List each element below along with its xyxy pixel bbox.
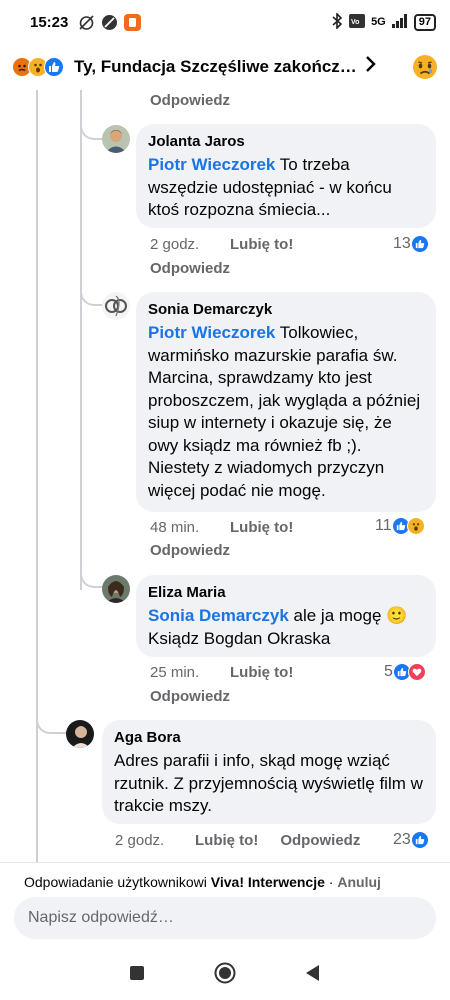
comment-bubble: Eliza Maria Sonia Demarczyk ale ja mogę … (136, 575, 436, 657)
chevron-right-icon[interactable] (365, 55, 377, 79)
back-button[interactable] (306, 964, 320, 986)
comment-time[interactable]: 48 min. (150, 519, 230, 536)
dnd-icon (101, 14, 118, 31)
recents-button[interactable] (130, 965, 144, 985)
comment-author[interactable]: Eliza Maria (148, 583, 424, 602)
comment-author[interactable]: Aga Bora (114, 728, 424, 747)
comment-time[interactable]: 25 min. (150, 664, 230, 681)
comment-body: Piotr Wieczorek Tolkowiec, warmińsko maz… (148, 323, 420, 500)
reply-button[interactable]: Odpowiedz (150, 542, 230, 559)
reaction-count[interactable]: 13 (393, 235, 429, 253)
reaction-count-number: 11 (375, 517, 392, 534)
reply-button[interactable]: Odpowiedz (150, 688, 230, 705)
comment-meta: 48 min. Lubię to! (150, 519, 293, 536)
system-nav-bar (0, 950, 450, 1000)
reply-input[interactable] (14, 897, 436, 939)
comment-bubble: Sonia Demarczyk Piotr Wieczorek Tolkowie… (136, 292, 436, 512)
battery-indicator: 97 (413, 13, 436, 31)
mention-link[interactable]: Piotr Wieczorek (148, 155, 275, 174)
avatar[interactable] (102, 125, 130, 153)
avatar[interactable] (102, 292, 130, 320)
network-type: 5G (371, 16, 386, 28)
like-icon (410, 831, 429, 849)
heart-icon (407, 663, 426, 681)
reaction-count[interactable]: 23 (393, 831, 429, 849)
avatar[interactable] (66, 720, 94, 748)
avatar[interactable] (102, 575, 130, 603)
comment-bubble: Aga Bora Adres parafii i info, skąd mogę… (102, 720, 436, 824)
comment-body: Sonia Demarczyk ale ja mogę 🙂 Ksiądz Bog… (148, 606, 407, 648)
bluetooth-icon (331, 11, 343, 32)
thread-line-outer (36, 90, 38, 870)
replying-to-label: Odpowiadanie użytkownikowi Viva! Interwe… (24, 874, 381, 890)
mention-link[interactable]: Piotr Wieczorek (148, 323, 275, 342)
cancel-reply-button[interactable]: Anuluj (337, 874, 381, 890)
reply-button[interactable]: Odpowiedz (150, 92, 230, 109)
like-button[interactable]: Lubię to! (230, 236, 293, 253)
comment-author[interactable]: Sonia Demarczyk (148, 300, 424, 319)
thread-branch (36, 712, 66, 734)
like-icon (410, 235, 429, 253)
comment-author[interactable]: Jolanta Jaros (148, 132, 424, 151)
like-reaction-icon (44, 57, 64, 77)
reaction-count[interactable]: 5 (384, 663, 426, 681)
like-button[interactable]: Lubię to! (230, 664, 293, 681)
comment-bubble: Jolanta Jaros Piotr Wieczorek To trzeba … (136, 124, 436, 228)
reply-button[interactable]: Odpowiedz (280, 832, 360, 849)
reaction-count-number: 13 (393, 235, 411, 252)
reaction-count-number: 23 (393, 831, 411, 848)
status-time: 15:23 (30, 13, 69, 31)
comment-meta: 2 godz. Lubię to! (150, 236, 293, 253)
post-title[interactable]: Ty, Fundacja Szczęśliwe zakończen... (74, 57, 359, 77)
mention-link[interactable]: Sonia Demarczyk (148, 606, 289, 625)
signal-icon (391, 13, 408, 31)
wow-icon (406, 517, 425, 535)
comment-meta: 2 godz. Lubię to! Odpowiedz (115, 832, 360, 849)
home-button[interactable] (214, 962, 236, 989)
svg-text:Vo: Vo (351, 19, 359, 26)
app-notification-icon (124, 13, 142, 31)
reaction-count-number: 5 (384, 663, 393, 680)
status-bar: 15:23 Vo 5G 97 (0, 0, 450, 44)
alarm-off-icon (78, 14, 95, 31)
comment-body: Piotr Wieczorek To trzeba wszędzie udost… (148, 155, 392, 219)
comment-meta: 25 min. Lubię to! (150, 664, 293, 681)
post-header[interactable]: Ty, Fundacja Szczęśliwe zakończen... (0, 44, 450, 90)
reply-button[interactable]: Odpowiedz (150, 260, 230, 277)
replying-separator: · (324, 874, 338, 890)
vowifi-icon: Vo (349, 13, 366, 31)
like-button[interactable]: Lubię to! (230, 519, 293, 536)
sad-reaction-icon[interactable] (412, 54, 438, 80)
comment-text: Tolkowiec, warmińsko mazurskie parafia ś… (148, 323, 421, 500)
reaction-summary (12, 57, 64, 77)
like-button[interactable]: Lubię to! (195, 832, 258, 849)
comment-time[interactable]: 2 godz. (150, 236, 230, 253)
status-right: Vo 5G 97 (331, 11, 436, 32)
thread-line-inner (80, 90, 82, 590)
reaction-count[interactable]: 11 (375, 517, 425, 535)
comment-text: Adres parafii i info, skąd mogę wziąć rz… (114, 751, 423, 815)
comment-time[interactable]: 2 godz. (115, 832, 195, 849)
replying-target: Viva! Interwencje (210, 874, 325, 890)
replying-prefix: Odpowiadanie użytkownikowi (24, 874, 211, 890)
